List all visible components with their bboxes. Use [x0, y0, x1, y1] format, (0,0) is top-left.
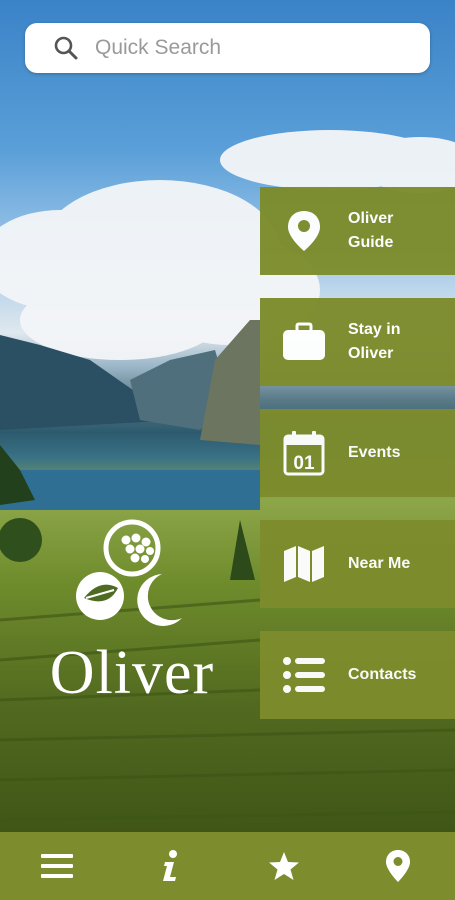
tab-favorites[interactable] [228, 832, 342, 900]
menu-tile-label: Contacts [348, 666, 417, 683]
menu-tile-events[interactable]: 01 Events [260, 409, 455, 497]
oliver-logo: Oliver [22, 518, 242, 708]
location-pin-icon [386, 850, 411, 882]
menu-tile-label: Stay in Oliver [348, 321, 401, 362]
oliver-wordmark: Oliver [49, 639, 215, 707]
star-icon [269, 852, 300, 880]
briefcase-icon [283, 322, 325, 360]
menu-tile-near-me[interactable]: Near Me [260, 520, 455, 608]
menu-tile-oliver-guide[interactable]: Oliver Guide [260, 187, 455, 275]
menu-tile-label: Near Me [348, 555, 411, 572]
bottom-tab-bar [0, 832, 455, 900]
quick-search-bar[interactable] [25, 23, 430, 73]
tab-info[interactable] [114, 832, 228, 900]
map-icon [284, 546, 324, 582]
list-icon [283, 657, 325, 693]
calendar-day-number: 01 [293, 453, 315, 474]
tab-location[interactable] [341, 832, 455, 900]
menu-tile-stay-in-oliver[interactable]: Stay in Oliver [260, 298, 455, 386]
search-input[interactable] [95, 36, 395, 60]
menu-tile-contacts[interactable]: Contacts [260, 631, 455, 719]
menu-tile-label: Oliver Guide [348, 210, 394, 251]
oliver-logo-emblem [76, 519, 182, 626]
info-icon [162, 850, 177, 881]
map-pin-icon [288, 211, 320, 251]
tab-menu[interactable] [0, 832, 114, 900]
hamburger-menu-icon [40, 854, 73, 878]
calendar-icon: 01 [283, 431, 325, 476]
menu-tile-label: Events [348, 444, 401, 461]
search-icon [54, 36, 78, 60]
